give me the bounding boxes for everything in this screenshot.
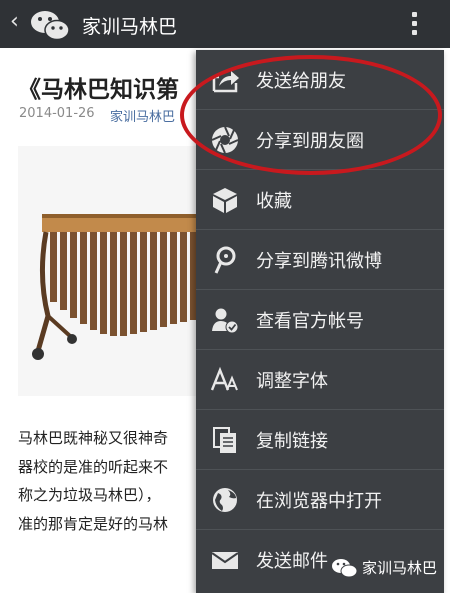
vertical-dots-icon[interactable] bbox=[404, 9, 424, 39]
article-author-link[interactable]: 家训马林巴 bbox=[110, 106, 175, 125]
menu-item-copy-link[interactable]: 复制链接 bbox=[196, 410, 444, 470]
menu-item-label: 在浏览器中打开 bbox=[256, 491, 382, 512]
wechat-logo-icon bbox=[332, 559, 358, 578]
paragraph-line: 准的那肯定是好的马林 bbox=[18, 514, 169, 533]
share-to-friend-icon bbox=[212, 71, 239, 93]
font-size-icon bbox=[210, 366, 238, 391]
article-paragraph: 马林巴既神秘又很神奇 器校的是准的听起来不 称之为垃圾马林巴）， 准的那肯定是好… bbox=[18, 424, 218, 538]
menu-item-open-in-browser[interactable]: 在浏览器中打开 bbox=[196, 470, 444, 530]
paragraph-line: 称之为垃圾马林巴）， bbox=[18, 486, 161, 504]
menu-item-label: 收藏 bbox=[256, 191, 292, 212]
top-bar: ‹ 家训马林巴 bbox=[0, 0, 450, 48]
official-account-icon bbox=[212, 308, 239, 334]
mail-icon bbox=[211, 552, 239, 569]
watermark-text: 家训马林巴 bbox=[362, 559, 438, 577]
menu-item-send-to-friend[interactable]: 发送给朋友 bbox=[196, 50, 444, 110]
menu-item-share-moments[interactable]: 分享到朋友圈 bbox=[196, 110, 444, 170]
article-date: 2014-01-26 bbox=[19, 106, 95, 121]
share-menu: 发送给朋友 分享到朋友圈 收藏 分享到腾讯微博 查看官方帐号 调整字体 复制链接… bbox=[196, 50, 444, 593]
paragraph-line: 马林巴既神秘又很神奇 bbox=[18, 429, 169, 447]
menu-item-view-official-account[interactable]: 查看官方帐号 bbox=[196, 290, 444, 350]
marimba-image bbox=[18, 146, 218, 396]
wechat-logo-icon bbox=[31, 11, 70, 41]
page-title: 家训马林巴 bbox=[82, 16, 178, 38]
menu-item-label: 分享到朋友圈 bbox=[256, 131, 364, 152]
menu-item-favorite[interactable]: 收藏 bbox=[196, 170, 444, 230]
chevron-left-icon[interactable]: ‹ bbox=[10, 11, 19, 33]
menu-item-label: 查看官方帐号 bbox=[256, 311, 364, 332]
globe-icon bbox=[213, 488, 237, 512]
menu-item-label: 调整字体 bbox=[256, 371, 328, 392]
tencent-weibo-icon bbox=[214, 246, 236, 274]
menu-item-share-tencent-weibo[interactable]: 分享到腾讯微博 bbox=[196, 230, 444, 290]
moments-icon bbox=[211, 126, 239, 154]
paragraph-line: 器校的是准的听起来不 bbox=[18, 457, 169, 476]
menu-item-adjust-font[interactable]: 调整字体 bbox=[196, 350, 444, 410]
menu-item-label: 分享到腾讯微博 bbox=[256, 251, 382, 272]
article-title: 《马林巴知识第 bbox=[18, 77, 179, 103]
menu-item-label: 发送邮件 bbox=[256, 551, 328, 572]
copy-link-icon bbox=[213, 427, 236, 453]
favorite-cube-icon bbox=[213, 188, 237, 213]
menu-item-label: 发送给朋友 bbox=[256, 71, 346, 92]
menu-item-label: 复制链接 bbox=[256, 431, 328, 452]
